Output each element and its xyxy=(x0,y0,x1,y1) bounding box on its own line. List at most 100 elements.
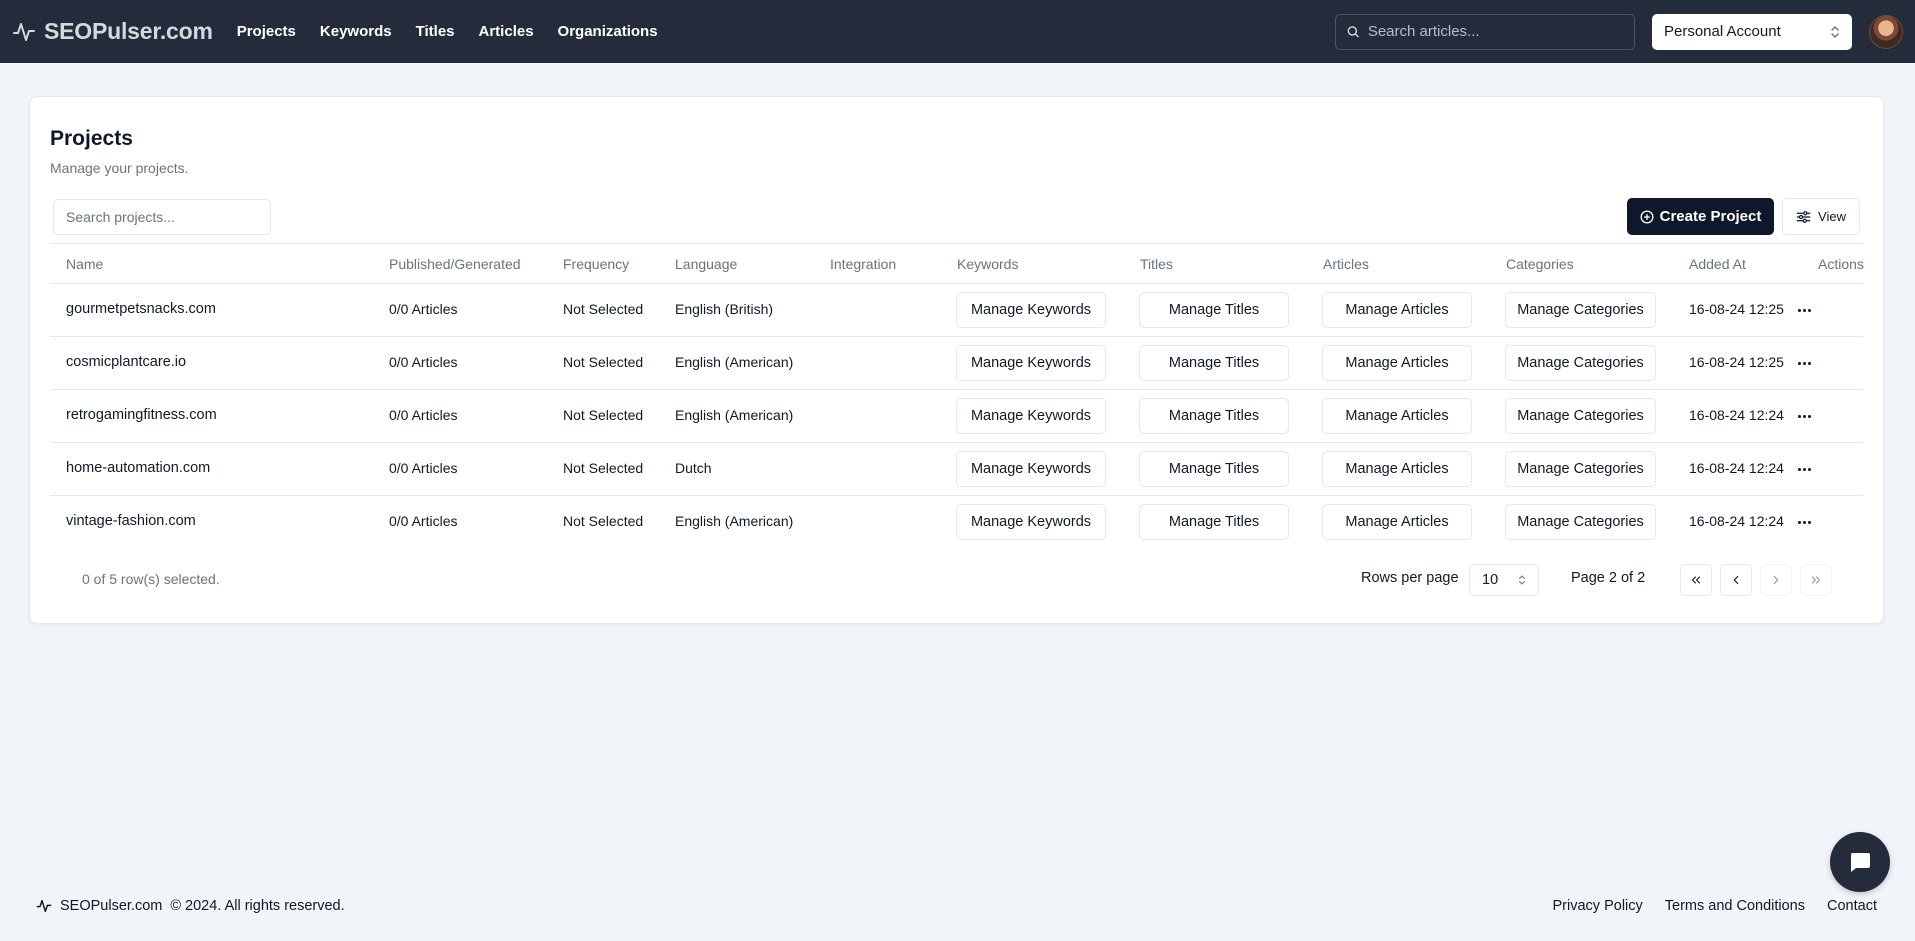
column-header-added-at[interactable]: Added At xyxy=(1689,256,1746,272)
manage-articles-button[interactable]: Manage Articles xyxy=(1322,345,1472,381)
project-name: cosmicplantcare.io xyxy=(66,354,187,370)
contact-link[interactable]: Contact xyxy=(1827,898,1877,914)
manage-articles-button[interactable]: Manage Articles xyxy=(1322,451,1472,487)
published-count: 0/0 Articles xyxy=(389,407,458,423)
more-actions-icon[interactable] xyxy=(1794,302,1814,318)
nav-organizations[interactable]: Organizations xyxy=(558,23,658,40)
column-header-titles[interactable]: Titles xyxy=(1140,256,1173,272)
chat-button[interactable] xyxy=(1830,832,1890,892)
column-header-published[interactable]: Published/Generated xyxy=(389,256,521,272)
manage-keywords-button[interactable]: Manage Keywords xyxy=(956,292,1106,328)
footer-brand: SEOPulser.com © 2024. All rights reserve… xyxy=(36,898,345,914)
page-indicator: Page 2 of 2 xyxy=(1571,570,1646,586)
manage-titles-button[interactable]: Manage Titles xyxy=(1139,398,1289,434)
column-header-keywords[interactable]: Keywords xyxy=(957,256,1018,272)
privacy-policy-link[interactable]: Privacy Policy xyxy=(1553,898,1643,914)
added-at: 16-08-24 12:25 xyxy=(1689,301,1784,317)
column-header-name[interactable]: Name xyxy=(66,256,103,272)
language: Dutch xyxy=(675,460,712,476)
brand-name: SEOPulser.com xyxy=(44,18,213,44)
next-page-button[interactable] xyxy=(1760,564,1792,596)
chevron-up-down-icon xyxy=(1519,575,1525,585)
first-page-button[interactable] xyxy=(1680,564,1712,596)
frequency: Not Selected xyxy=(563,354,644,370)
chat-bubble-icon xyxy=(1850,853,1870,872)
table-row[interactable]: vintage-fashion.com 0/0 Articles Not Sel… xyxy=(50,496,1863,549)
manage-categories-button[interactable]: Manage Categories xyxy=(1505,451,1656,487)
published-count: 0/0 Articles xyxy=(389,460,458,476)
chevrons-left-icon xyxy=(1691,576,1701,584)
chevron-up-down-icon xyxy=(1831,25,1839,38)
nav-articles[interactable]: Articles xyxy=(479,23,534,40)
header-actions: Personal Account xyxy=(1335,13,1903,50)
page-title: Projects xyxy=(50,127,133,150)
more-actions-icon[interactable] xyxy=(1794,355,1814,371)
more-actions-icon[interactable] xyxy=(1794,461,1814,477)
more-actions-icon[interactable] xyxy=(1794,408,1814,424)
manage-keywords-button[interactable]: Manage Keywords xyxy=(956,398,1106,434)
account-select[interactable]: Personal Account xyxy=(1652,13,1852,50)
column-header-articles[interactable]: Articles xyxy=(1323,256,1369,272)
manage-articles-button[interactable]: Manage Articles xyxy=(1322,504,1472,540)
manage-articles-button[interactable]: Manage Articles xyxy=(1322,398,1472,434)
project-name: home-automation.com xyxy=(66,460,211,476)
project-search-input[interactable] xyxy=(53,199,271,235)
table-row[interactable]: retrogamingfitness.com 0/0 Articles Not … xyxy=(50,390,1863,443)
terms-link[interactable]: Terms and Conditions xyxy=(1665,898,1805,914)
nav-projects[interactable]: Projects xyxy=(237,23,296,40)
manage-titles-button[interactable]: Manage Titles xyxy=(1139,504,1289,540)
manage-categories-button[interactable]: Manage Categories xyxy=(1505,398,1656,434)
rows-per-page-label: Rows per page xyxy=(1361,570,1459,586)
published-count: 0/0 Articles xyxy=(389,301,458,317)
frequency: Not Selected xyxy=(563,407,644,423)
manage-titles-button[interactable]: Manage Titles xyxy=(1139,345,1289,381)
added-at: 16-08-24 12:25 xyxy=(1689,354,1784,370)
language: English (American) xyxy=(675,513,794,529)
manage-categories-button[interactable]: Manage Categories xyxy=(1505,345,1656,381)
column-header-categories[interactable]: Categories xyxy=(1506,256,1574,272)
column-header-language[interactable]: Language xyxy=(675,256,737,272)
view-options-button[interactable]: View xyxy=(1782,198,1860,235)
rows-per-page-value: 10 xyxy=(1482,572,1499,588)
nav-keywords[interactable]: Keywords xyxy=(320,23,392,40)
added-at: 16-08-24 12:24 xyxy=(1689,513,1784,529)
brand[interactable]: SEOPulser.com xyxy=(12,18,213,45)
main-nav: Projects Keywords Titles Articles Organi… xyxy=(237,23,658,40)
table-row[interactable]: cosmicplantcare.io 0/0 Articles Not Sele… xyxy=(50,337,1863,390)
frequency: Not Selected xyxy=(563,460,644,476)
site-footer: SEOPulser.com © 2024. All rights reserve… xyxy=(0,898,1915,922)
user-avatar[interactable] xyxy=(1869,14,1903,49)
manage-keywords-button[interactable]: Manage Keywords xyxy=(956,504,1106,540)
manage-titles-button[interactable]: Manage Titles xyxy=(1139,451,1289,487)
previous-page-button[interactable] xyxy=(1720,564,1752,596)
added-at: 16-08-24 12:24 xyxy=(1689,460,1784,476)
column-header-frequency[interactable]: Frequency xyxy=(563,256,629,272)
footer-copyright: © 2024. All rights reserved. xyxy=(170,898,345,914)
manage-keywords-button[interactable]: Manage Keywords xyxy=(956,451,1106,487)
nav-titles[interactable]: Titles xyxy=(416,23,455,40)
manage-categories-button[interactable]: Manage Categories xyxy=(1505,292,1656,328)
projects-table: Name Published/Generated Frequency Langu… xyxy=(50,243,1864,549)
article-search[interactable] xyxy=(1335,13,1635,50)
chevron-left-icon xyxy=(1733,575,1739,585)
project-name: retrogamingfitness.com xyxy=(66,407,217,423)
manage-keywords-button[interactable]: Manage Keywords xyxy=(956,345,1106,381)
rows-per-page-select[interactable]: 10 xyxy=(1469,564,1539,596)
create-project-button[interactable]: Create Project xyxy=(1627,198,1774,235)
last-page-button[interactable] xyxy=(1800,564,1832,596)
table-row[interactable]: home-automation.com 0/0 Articles Not Sel… xyxy=(50,443,1863,496)
manage-titles-button[interactable]: Manage Titles xyxy=(1139,292,1289,328)
plus-circle-icon xyxy=(1640,210,1654,223)
page-subtitle: Manage your projects. xyxy=(50,160,189,176)
table-row[interactable]: gourmetpetsnacks.com 0/0 Articles Not Se… xyxy=(50,284,1863,337)
project-name: gourmetpetsnacks.com xyxy=(66,301,216,317)
article-search-input[interactable] xyxy=(1367,23,1624,40)
manage-categories-button[interactable]: Manage Categories xyxy=(1505,504,1656,540)
projects-card: Projects Manage your projects. Create Pr… xyxy=(29,96,1884,624)
create-project-label: Create Project xyxy=(1659,208,1762,225)
column-header-integration[interactable]: Integration xyxy=(830,256,896,272)
manage-articles-button[interactable]: Manage Articles xyxy=(1322,292,1472,328)
more-actions-icon[interactable] xyxy=(1794,514,1814,530)
frequency: Not Selected xyxy=(563,301,644,317)
published-count: 0/0 Articles xyxy=(389,354,458,370)
